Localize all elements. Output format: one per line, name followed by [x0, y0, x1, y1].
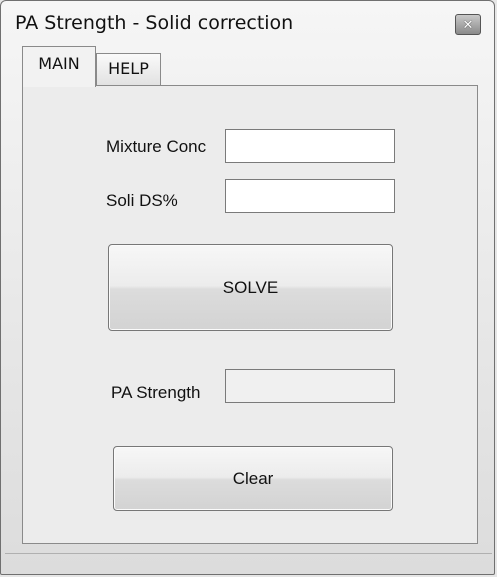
pa-strength-output[interactable]: [225, 369, 395, 403]
app-window: PA Strength - Solid correction ✕ MAIN HE…: [0, 0, 495, 575]
soli-ds-label: Soli DS%: [106, 191, 178, 210]
pa-strength-label: PA Strength: [111, 383, 201, 402]
tab-help[interactable]: HELP: [96, 53, 161, 85]
solve-button[interactable]: SOLVE: [108, 244, 393, 331]
mixture-conc-input[interactable]: [225, 129, 395, 163]
title-bar[interactable]: PA Strength - Solid correction ✕: [1, 1, 494, 47]
close-icon: ✕: [462, 17, 474, 32]
mixture-conc-label: Mixture Conc: [106, 137, 207, 156]
tab-main[interactable]: MAIN: [22, 46, 96, 87]
clear-button[interactable]: Clear: [113, 446, 393, 511]
window-title: PA Strength - Solid correction: [15, 12, 294, 34]
close-button[interactable]: ✕: [455, 14, 481, 35]
clear-button-label: Clear: [232, 469, 274, 488]
window-bottom-border: [5, 553, 492, 572]
solve-button-label: SOLVE: [222, 278, 279, 297]
soli-ds-input[interactable]: [225, 179, 395, 213]
